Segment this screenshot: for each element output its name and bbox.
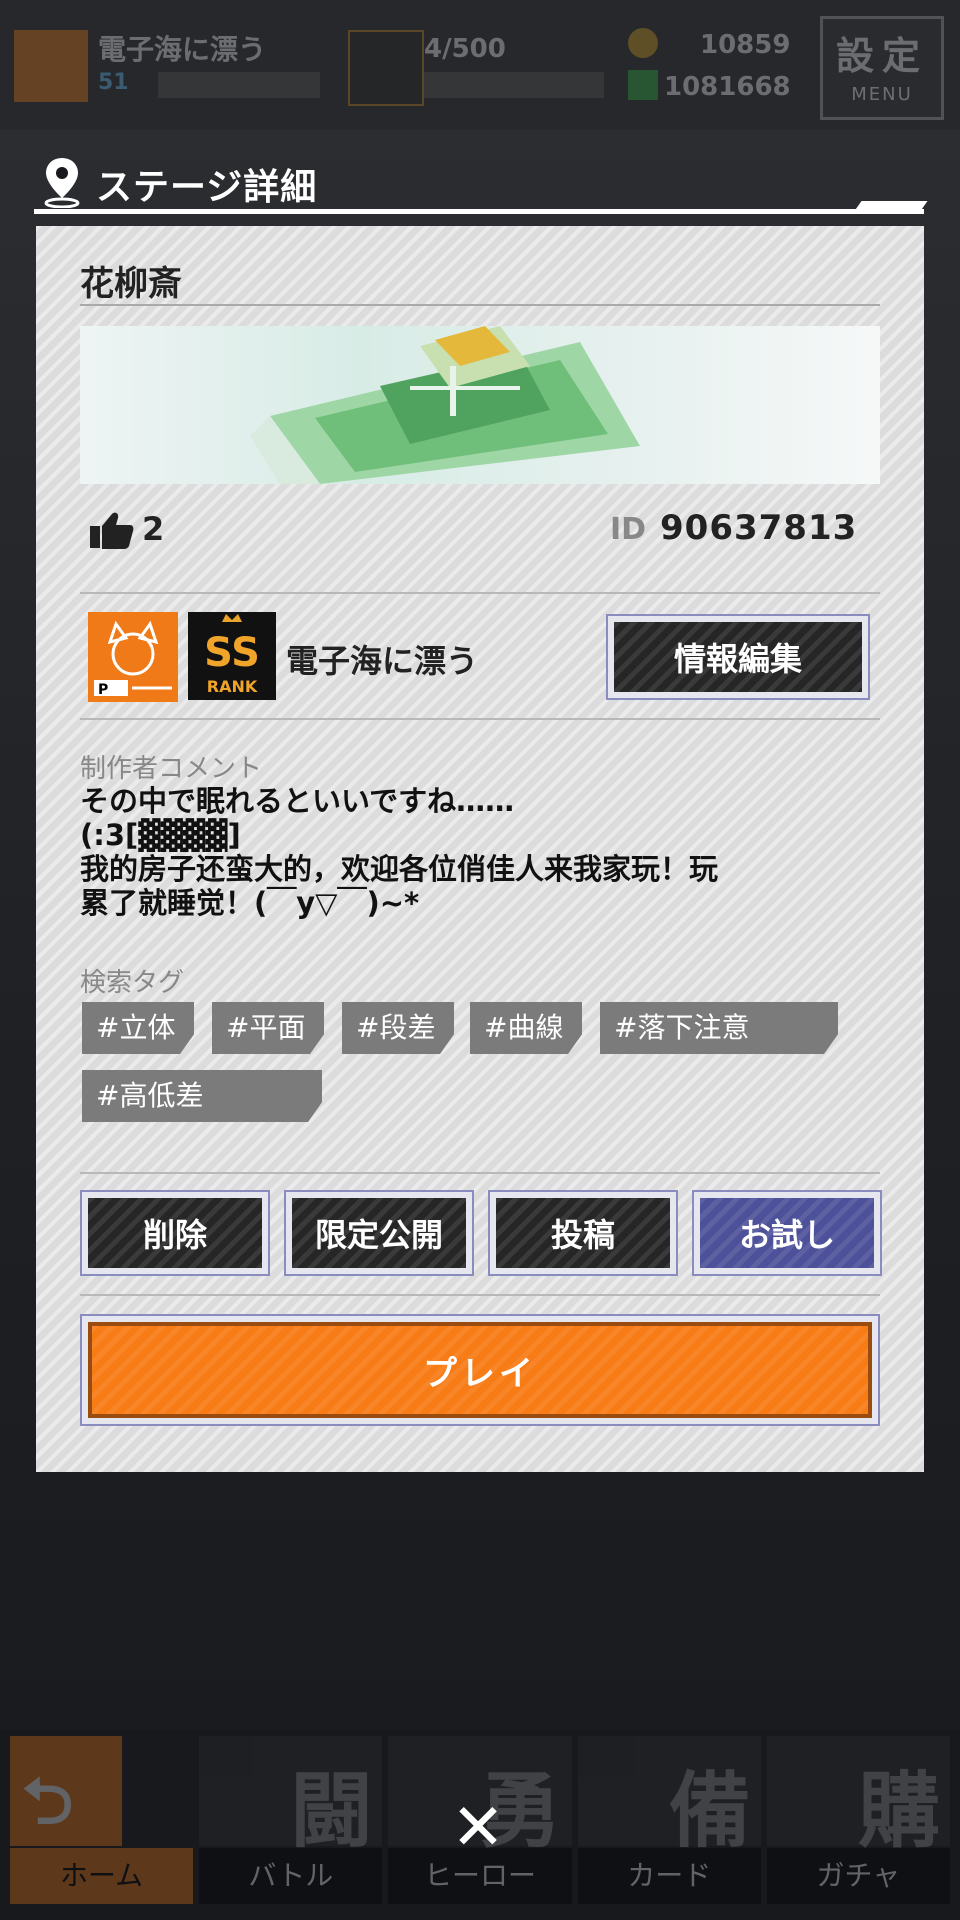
avatar-tag: P	[98, 682, 108, 698]
header-divider	[34, 209, 924, 214]
try-label: お試し	[700, 1198, 874, 1268]
nav-card-label: カード	[577, 1848, 761, 1904]
stage-preview-image	[250, 326, 640, 484]
nav-home-label: ホーム	[10, 1848, 194, 1904]
modal-header: ステージ詳細	[34, 150, 924, 214]
tag-item[interactable]: #落下注意	[600, 1002, 838, 1054]
header-tab-accent	[854, 201, 928, 211]
gacha-icon: 購	[858, 1764, 941, 1859]
cat-avatar-icon: P	[94, 620, 172, 698]
player-level: 51	[98, 70, 129, 95]
exp-bar	[158, 72, 320, 98]
play-label: プレイ	[88, 1322, 872, 1418]
nav-battle-label: バトル	[199, 1848, 383, 1904]
settings-sub-label: MENU	[851, 84, 913, 105]
stage-name: 花柳斎	[80, 264, 182, 304]
nav-gacha-label: ガチャ	[766, 1848, 951, 1904]
creator-name[interactable]: 電子海に漂う	[286, 636, 478, 682]
limited-publish-label: 限定公開	[292, 1198, 466, 1268]
coin-count: 10859	[700, 30, 791, 60]
tag-item[interactable]: #曲線	[470, 1002, 582, 1054]
delete-label: 削除	[88, 1198, 262, 1268]
nav-card[interactable]: 備 カード	[577, 1736, 761, 1920]
stage-id: 90637813	[660, 508, 858, 548]
modal-title: ステージ詳細	[96, 167, 318, 208]
settings-label: 設定	[835, 34, 928, 78]
settings-button[interactable]: 設定 MENU	[820, 16, 944, 120]
thumbs-up-icon	[90, 512, 134, 549]
gem-icon	[628, 70, 658, 100]
divider	[80, 718, 880, 720]
tags-label: 検索タグ	[80, 968, 185, 998]
rank-badge-icon	[348, 30, 424, 106]
gamepad-icon: 闘	[290, 1764, 373, 1859]
limited-publish-button[interactable]: 限定公開	[284, 1190, 474, 1276]
player-name: 電子海に漂う	[98, 33, 267, 66]
title-divider	[80, 304, 880, 306]
tag-item[interactable]: #高低差	[82, 1070, 322, 1122]
delete-button[interactable]: 削除	[80, 1190, 270, 1276]
crown-rank-icon: SS RANK	[204, 614, 260, 696]
nav-gacha[interactable]: 購 ガチャ	[766, 1736, 951, 1920]
coin-icon	[628, 28, 658, 58]
divider	[80, 1294, 880, 1296]
post-label: 投稿	[496, 1198, 670, 1268]
rank-progress-bar	[424, 72, 604, 98]
creator-avatar[interactable]: P	[88, 612, 178, 702]
stage-thumbnail	[80, 326, 880, 484]
card-icon: 備	[668, 1764, 751, 1859]
edit-info-button[interactable]: 情報編集	[606, 614, 870, 700]
close-icon[interactable]: ✕	[446, 1796, 510, 1860]
edit-info-label: 情報編集	[614, 622, 862, 692]
rank-progress: 4/500	[424, 34, 506, 64]
comment-label: 制作者コメント	[80, 754, 263, 784]
nav-home[interactable]: ⮌ ホーム	[10, 1736, 194, 1920]
location-pin-icon	[44, 158, 80, 208]
rank-label: RANK	[207, 677, 258, 696]
play-button[interactable]: プレイ	[80, 1314, 880, 1426]
rank-value: SS	[204, 630, 260, 676]
likes-count: 2	[142, 510, 165, 548]
tag-item[interactable]: #立体	[82, 1002, 194, 1054]
nav-battle[interactable]: 闘 バトル	[199, 1736, 383, 1920]
creator-rank-badge: SS RANK	[188, 612, 276, 700]
divider	[80, 1172, 880, 1174]
try-button[interactable]: お試し	[692, 1190, 882, 1276]
creator-comment: その中で眠れるといいですね…… (:3[▓▓▓▓] 我的房子还蛮大的，欢迎各位俏…	[80, 784, 719, 920]
tag-item[interactable]: #平面	[212, 1002, 324, 1054]
player-avatar	[14, 30, 88, 102]
id-label: ID	[610, 512, 647, 547]
gem-count: 1081668	[664, 72, 791, 102]
post-button[interactable]: 投稿	[488, 1190, 678, 1276]
tag-item[interactable]: #段差	[342, 1002, 454, 1054]
divider	[80, 592, 880, 594]
